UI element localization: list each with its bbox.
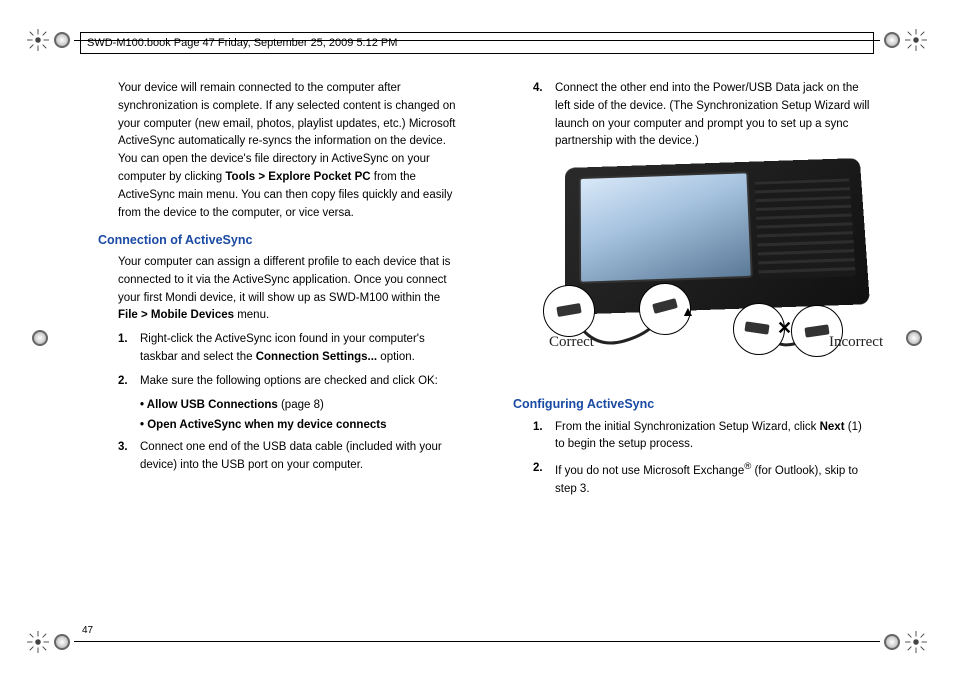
step-number: 2.	[118, 373, 140, 391]
bullet-item: Open ActiveSync when my device connects	[140, 417, 459, 435]
step-item: 3. Connect one end of the USB data cable…	[118, 439, 459, 475]
step-body: Right-click the ActiveSync icon found in…	[140, 331, 459, 367]
intro-text: Your device will remain connected to the…	[118, 82, 456, 183]
page-number: 47	[82, 625, 93, 636]
step-number: 2.	[533, 460, 555, 498]
steps-list-connection: 1. Right-click the ActiveSync icon found…	[80, 331, 459, 390]
section-body-text: Your computer can assign a different pro…	[118, 256, 450, 304]
crop-register-mark	[906, 330, 922, 346]
step-item: 1. From the initial Synchronization Setu…	[533, 419, 874, 455]
step-body: Make sure the following options are chec…	[140, 373, 459, 391]
step-body: If you do not use Microsoft Exchange® (f…	[555, 460, 874, 498]
crop-ornament-bl	[27, 631, 49, 653]
intro-paragraph: Your device will remain connected to the…	[80, 80, 459, 223]
crop-ornament-br	[905, 631, 927, 653]
section-title-connection: Connection of ActiveSync	[80, 231, 459, 250]
column-left: Your device will remain connected to the…	[80, 80, 459, 602]
crop-register-mark	[32, 330, 48, 346]
step-item: 2. Make sure the following options are c…	[118, 373, 459, 391]
arrow-up-icon: ▲	[681, 301, 695, 323]
section-title-configuring: Configuring ActiveSync	[495, 395, 874, 414]
crop-register-mark	[54, 634, 70, 650]
section-connection-body: Your computer can assign a different pro…	[80, 254, 459, 325]
device-figure: ▲ ✕ Correct Incorrect	[529, 161, 874, 381]
step-body: Connect one end of the USB data cable (i…	[140, 439, 459, 475]
step-item: 1. Right-click the ActiveSync icon found…	[118, 331, 459, 367]
step-number: 1.	[533, 419, 555, 455]
step-body: Connect the other end into the Power/USB…	[555, 80, 874, 151]
section-body-end: menu.	[234, 309, 269, 321]
step-body: From the initial Synchronization Setup W…	[555, 419, 874, 455]
steps-list-connection-cont: 3. Connect one end of the USB data cable…	[80, 439, 459, 475]
options-bullets: Allow USB Connections (page 8) Open Acti…	[80, 397, 459, 436]
step-number: 3.	[118, 439, 140, 475]
step-number: 1.	[118, 331, 140, 367]
figure-label-correct: Correct	[549, 331, 594, 354]
steps-list-top-right: 4. Connect the other end into the Power/…	[495, 80, 874, 151]
column-right: 4. Connect the other end into the Power/…	[495, 80, 874, 602]
section-body-menu: File > Mobile Devices	[118, 309, 234, 321]
crop-line	[74, 641, 880, 642]
step-item: 4. Connect the other end into the Power/…	[533, 80, 874, 151]
step-item: 2. If you do not use Microsoft Exchange®…	[533, 460, 874, 498]
crop-register-mark	[54, 32, 70, 48]
step-number: 4.	[533, 80, 555, 151]
crop-ornament-tl	[27, 29, 49, 51]
crop-register-mark	[884, 634, 900, 650]
page-header: SWD-M100.book Page 47 Friday, September …	[80, 32, 874, 54]
crop-ornament-tr	[905, 29, 927, 51]
steps-list-configuring: 1. From the initial Synchronization Setu…	[495, 419, 874, 499]
header-text: SWD-M100.book Page 47 Friday, September …	[87, 37, 397, 49]
x-mark-icon: ✕	[777, 315, 792, 343]
intro-menu-path: Tools > Explore Pocket PC	[225, 171, 370, 183]
figure-label-incorrect: Incorrect	[829, 331, 883, 354]
crop-register-mark	[884, 32, 900, 48]
bullet-item: Allow USB Connections (page 8)	[140, 397, 459, 415]
